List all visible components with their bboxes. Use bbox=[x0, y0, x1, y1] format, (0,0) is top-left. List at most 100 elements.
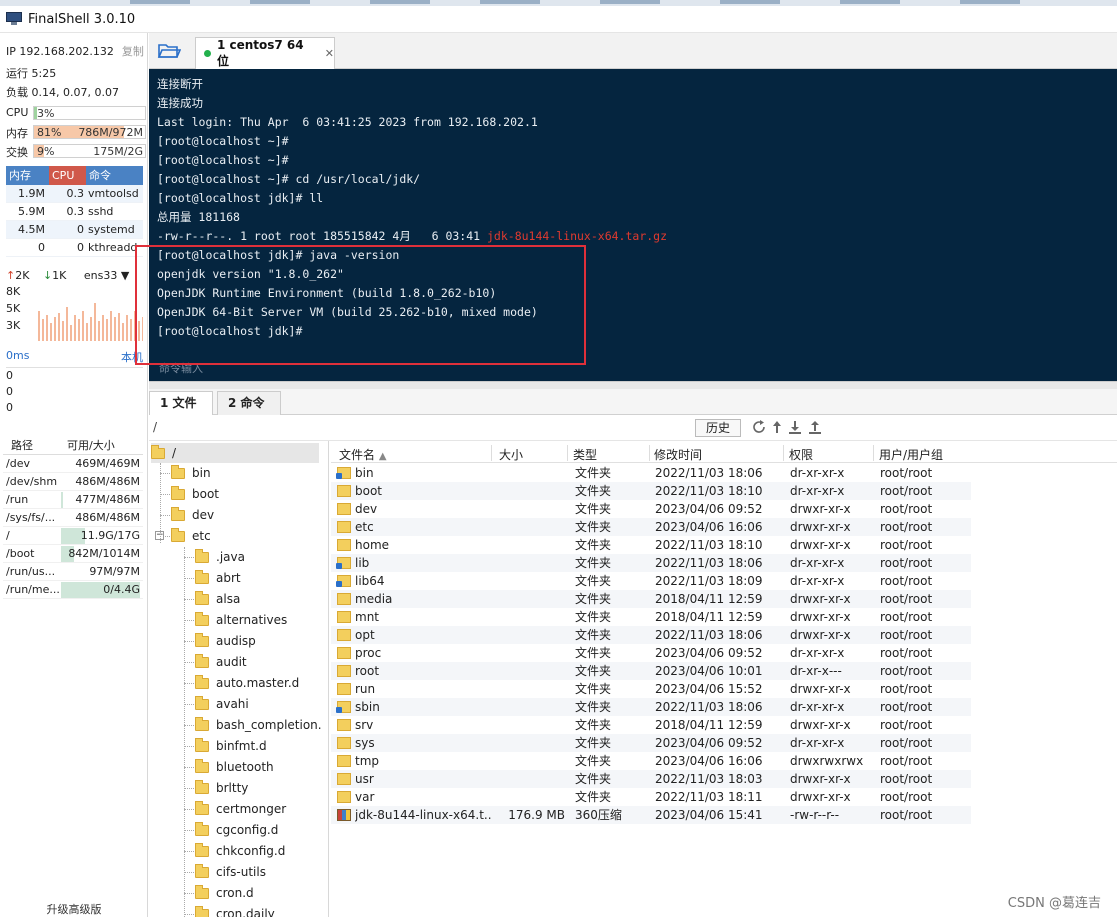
path-input[interactable]: / bbox=[153, 420, 157, 434]
disk-header-path[interactable]: 路径 bbox=[3, 437, 61, 454]
disk-header-size[interactable]: 可用/大小 bbox=[61, 437, 143, 454]
file-row[interactable]: opt 文件夹 2022/11/03 18:06 drwxr-xr-x root/roo… bbox=[331, 626, 971, 644]
tree-item[interactable]: cron.daily bbox=[195, 904, 275, 917]
process-row[interactable]: 0 0 kthreadd bbox=[6, 239, 143, 257]
tree-item[interactable]: certmonger bbox=[195, 799, 286, 819]
disk-row[interactable]: /sys/fs/... 486M/486M bbox=[3, 509, 143, 527]
tree-guide bbox=[184, 683, 194, 684]
disk-path: /run bbox=[6, 493, 29, 506]
tree-item[interactable]: bash_completion. bbox=[195, 715, 322, 735]
upgrade-link[interactable]: 升级高级版 bbox=[0, 901, 148, 917]
net-scale-3k: 3K bbox=[6, 319, 21, 332]
file-row[interactable]: lib 文件夹 2022/11/03 18:06 dr-xr-xr-x root/roo… bbox=[331, 554, 971, 572]
tree-item[interactable]: auto.master.d bbox=[195, 673, 299, 693]
disk-row[interactable]: /run/me... 0/4.4G bbox=[3, 581, 143, 599]
tree-item[interactable]: etc bbox=[171, 526, 211, 546]
col-owner[interactable]: 用户/用户组 bbox=[879, 446, 943, 463]
tree-guide bbox=[184, 788, 194, 789]
tree-item[interactable]: bluetooth bbox=[195, 757, 274, 777]
file-row[interactable]: mnt 文件夹 2018/04/11 12:59 drwxr-xr-x root/roo… bbox=[331, 608, 971, 626]
col-mtime[interactable]: 修改时间 bbox=[654, 446, 702, 463]
col-type[interactable]: 类型 bbox=[573, 446, 597, 463]
copy-ip-button[interactable]: 复制 bbox=[122, 45, 144, 58]
net-bar bbox=[42, 319, 44, 341]
download-icon[interactable] bbox=[787, 419, 803, 435]
tree-item[interactable]: bin bbox=[171, 463, 211, 483]
tree-item[interactable]: chkconfig.d bbox=[195, 841, 285, 861]
process-row[interactable]: 1.9M 0.3 vmtoolsd bbox=[6, 185, 143, 203]
disk-table: 路径 可用/大小 /dev 469M/469M/dev/shm 486M/486M /… bbox=[3, 437, 143, 599]
tree-item[interactable]: brltty bbox=[195, 778, 248, 798]
disk-row[interactable]: /run 477M/486M bbox=[3, 491, 143, 509]
tree-item[interactable]: dev bbox=[171, 505, 214, 525]
file-row[interactable]: var 文件夹 2022/11/03 18:11 drwxr-xr-x root/roo… bbox=[331, 788, 971, 806]
tab-files[interactable]: 1 文件 bbox=[149, 391, 213, 415]
proc-header-command[interactable]: 命令 bbox=[86, 166, 143, 185]
tree-item[interactable]: avahi bbox=[195, 694, 249, 714]
disk-row[interactable]: /dev/shm 486M/486M bbox=[3, 473, 143, 491]
tab-commands[interactable]: 2 命令 bbox=[217, 391, 281, 415]
disk-row[interactable]: /boot 842M/1014M bbox=[3, 545, 143, 563]
tree-item-label: certmonger bbox=[216, 802, 287, 816]
file-row[interactable]: boot 文件夹 2022/11/03 18:10 dr-xr-xr-x root/ro… bbox=[331, 482, 971, 500]
tree-item[interactable]: cifs-utils bbox=[195, 862, 266, 882]
file-row[interactable]: sbin 文件夹 2022/11/03 18:06 dr-xr-xr-x root/ro… bbox=[331, 698, 971, 716]
title-bar[interactable]: FinalShell 3.0.10 bbox=[0, 6, 1117, 33]
panel-splitter[interactable] bbox=[149, 381, 1117, 389]
tree-item[interactable]: cgconfig.d bbox=[195, 820, 278, 840]
tree-item[interactable]: binfmt.d bbox=[195, 736, 267, 756]
memory-amount: 786M/972M bbox=[78, 126, 143, 139]
file-row[interactable]: media 文件夹 2018/04/11 12:59 drwxr-xr-x root/r… bbox=[331, 590, 971, 608]
disk-row[interactable]: /dev 469M/469M bbox=[3, 455, 143, 473]
file-row[interactable]: sys 文件夹 2023/04/06 09:52 dr-xr-xr-x root/roo… bbox=[331, 734, 971, 752]
tree-item[interactable]: .java bbox=[195, 547, 245, 567]
folder-icon bbox=[337, 629, 351, 641]
proc-header-memory[interactable]: 内存 bbox=[6, 166, 49, 185]
file-row[interactable]: jdk-8u144-linux-x64.t... 176.9 MB 360压缩 202… bbox=[331, 806, 971, 824]
col-name[interactable]: 文件名 ▲ bbox=[339, 446, 387, 463]
tree-item[interactable]: audit bbox=[195, 652, 247, 672]
file-perm: dr-xr-xr-x bbox=[790, 700, 845, 714]
file-row[interactable]: tmp 文件夹 2023/04/06 16:06 drwxrwxrwx root/roo… bbox=[331, 752, 971, 770]
col-size[interactable]: 大小 bbox=[499, 446, 523, 463]
disk-row[interactable]: / 11.9G/17G bbox=[3, 527, 143, 545]
refresh-icon[interactable] bbox=[751, 419, 767, 435]
close-icon[interactable]: ✕ bbox=[325, 47, 334, 60]
upload-icon[interactable] bbox=[807, 419, 823, 435]
tree-item[interactable]: abrt bbox=[195, 568, 241, 588]
history-button[interactable]: 历史 bbox=[695, 419, 741, 437]
tree-root[interactable]: / bbox=[151, 443, 319, 463]
folder-icon bbox=[171, 464, 185, 479]
tree-item[interactable]: cron.d bbox=[195, 883, 254, 903]
file-mtime: 2023/04/06 09:52 bbox=[655, 502, 763, 516]
file-row[interactable]: dev 文件夹 2023/04/06 09:52 drwxr-xr-x root/roo… bbox=[331, 500, 971, 518]
file-name: etc bbox=[355, 520, 374, 534]
tree-guide bbox=[184, 746, 194, 747]
open-folder-icon[interactable] bbox=[157, 41, 181, 61]
chevron-down-icon[interactable]: ▼ bbox=[117, 269, 129, 282]
file-name: home bbox=[355, 538, 390, 552]
tree-item[interactable]: boot bbox=[171, 484, 219, 504]
file-row[interactable]: bin 文件夹 2022/11/03 18:06 dr-xr-xr-x root/roo… bbox=[331, 464, 971, 482]
disk-row[interactable]: /run/us... 97M/97M bbox=[3, 563, 143, 581]
proc-header-cpu[interactable]: CPU bbox=[49, 166, 86, 185]
cpu-meter: CPU 3% bbox=[6, 105, 146, 121]
file-row[interactable]: srv 文件夹 2018/04/11 12:59 drwxr-xr-x root/roo… bbox=[331, 716, 971, 734]
tree-item[interactable]: alsa bbox=[195, 589, 240, 609]
col-perm[interactable]: 权限 bbox=[789, 446, 813, 463]
file-type: 文件夹 bbox=[575, 664, 612, 678]
file-row[interactable]: proc 文件夹 2023/04/06 09:52 dr-xr-xr-x root/ro… bbox=[331, 644, 971, 662]
process-row[interactable]: 5.9M 0.3 sshd bbox=[6, 203, 143, 221]
process-row[interactable]: 4.5M 0 systemd bbox=[6, 221, 143, 239]
file-row[interactable]: root 文件夹 2023/04/06 10:01 dr-xr-x--- root/ro… bbox=[331, 662, 971, 680]
file-row[interactable]: run 文件夹 2023/04/06 15:52 drwxr-xr-x root/roo… bbox=[331, 680, 971, 698]
tree-item[interactable]: alternatives bbox=[195, 610, 287, 630]
up-directory-icon[interactable] bbox=[769, 419, 785, 435]
network-interface[interactable]: ens33 bbox=[84, 269, 117, 282]
file-row[interactable]: home 文件夹 2022/11/03 18:10 drwxr-xr-x root/ro… bbox=[331, 536, 971, 554]
file-row[interactable]: usr 文件夹 2022/11/03 18:03 drwxr-xr-x root/roo… bbox=[331, 770, 971, 788]
file-row[interactable]: etc 文件夹 2023/04/06 16:06 drwxr-xr-x root/roo… bbox=[331, 518, 971, 536]
tree-item[interactable]: audisp bbox=[195, 631, 256, 651]
session-tab[interactable]: 1 centos7 64位 ✕ bbox=[195, 37, 335, 69]
file-row[interactable]: lib64 文件夹 2022/11/03 18:09 dr-xr-xr-x root/r… bbox=[331, 572, 971, 590]
